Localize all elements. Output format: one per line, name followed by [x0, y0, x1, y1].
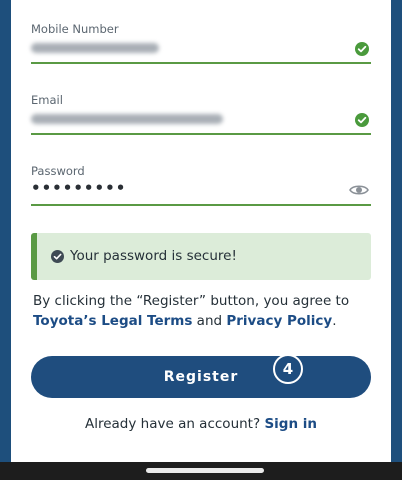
- mobile-number-value-blurred: [31, 43, 159, 53]
- check-circle-icon: [51, 250, 64, 263]
- legal-notice: By clicking the “Register” button, you a…: [33, 291, 371, 331]
- right-frame-edge: [391, 0, 402, 462]
- email-label: Email: [31, 93, 63, 107]
- password-secure-banner: Your password is secure!: [31, 233, 371, 280]
- password-field[interactable]: Password •••••••••: [31, 164, 371, 206]
- register-button[interactable]: Register: [31, 356, 371, 398]
- mobile-number-field[interactable]: Mobile Number: [31, 22, 371, 64]
- signin-link[interactable]: Sign in: [264, 416, 317, 432]
- registration-screen: Mobile Number Email Password ••••••••• Y…: [11, 0, 391, 462]
- legal-terms-link[interactable]: Toyota’s Legal Terms: [33, 313, 192, 329]
- legal-prefix: By clicking the “Register” button, you a…: [33, 293, 350, 309]
- home-indicator[interactable]: [146, 468, 264, 473]
- password-label: Password: [31, 164, 85, 178]
- system-navigation-bar: [0, 462, 402, 480]
- mobile-number-input[interactable]: [31, 38, 371, 64]
- left-frame-edge: [0, 0, 11, 462]
- step-number-badge: 4: [273, 354, 303, 384]
- password-masked-value: •••••••••: [31, 179, 127, 197]
- privacy-policy-link[interactable]: Privacy Policy: [226, 313, 332, 329]
- signin-prompt: Already have an account? Sign in: [11, 416, 391, 432]
- password-input[interactable]: •••••••••: [31, 179, 371, 206]
- password-secure-message: Your password is secure!: [70, 248, 237, 264]
- eye-icon[interactable]: [349, 182, 369, 198]
- legal-suffix: .: [332, 313, 337, 329]
- email-input[interactable]: [31, 109, 371, 135]
- email-field[interactable]: Email: [31, 93, 371, 135]
- signin-prompt-text: Already have an account?: [84, 416, 261, 432]
- check-circle-icon: [355, 113, 369, 127]
- mobile-number-label: Mobile Number: [31, 22, 119, 36]
- check-circle-icon: [355, 42, 369, 56]
- legal-and: and: [192, 313, 227, 329]
- email-value-blurred: [31, 114, 223, 124]
